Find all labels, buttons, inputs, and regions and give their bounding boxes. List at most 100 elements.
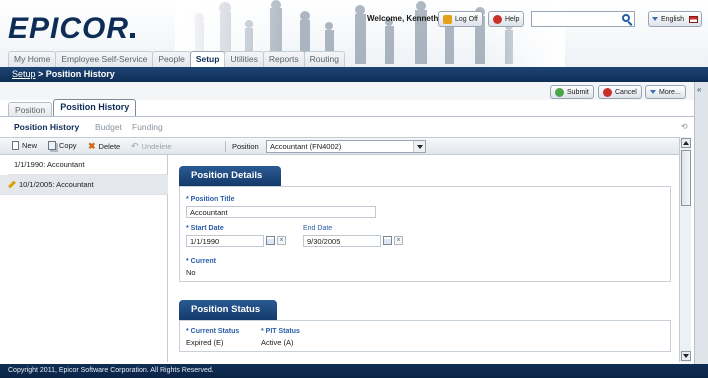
list-item[interactable]: 1/1/1990: Accountant <box>8 155 167 175</box>
undo-icon: ↶ <box>131 141 139 151</box>
chevron-down-icon[interactable] <box>413 141 425 152</box>
breadcrumb-separator: > <box>35 69 46 79</box>
record-toolbar: New Copy ✖ Delete ↶ Undelete Position Ac… <box>0 137 680 155</box>
position-select[interactable]: Accountant (FN4002) <box>266 140 426 153</box>
copy-label: Copy <box>59 141 77 150</box>
position-label: Position <box>232 142 259 151</box>
position-title-label: * Position Title <box>186 196 235 203</box>
clear-icon[interactable]: × <box>277 236 286 245</box>
logoff-button[interactable]: Log Off <box>438 11 483 27</box>
search-input[interactable] <box>531 11 635 27</box>
lock-icon <box>443 14 452 24</box>
language-selector[interactable]: English <box>648 11 702 27</box>
submit-label: Submit <box>567 88 589 96</box>
logoff-label: Log Off <box>455 15 478 23</box>
position-select-value: Accountant (FN4002) <box>270 142 342 151</box>
main-nav-tabs: My Home Employee Self-Service People Set… <box>8 51 345 67</box>
collapse-panel-icon[interactable]: « <box>697 85 701 94</box>
help-button[interactable]: Help <box>488 11 525 27</box>
more-button[interactable]: More... <box>645 85 686 99</box>
tab-my-home[interactable]: My Home <box>8 51 57 67</box>
tab-position[interactable]: Position <box>8 102 53 116</box>
tab-utilities[interactable]: Utilities <box>224 51 264 67</box>
delete-label: Delete <box>98 142 121 151</box>
new-button[interactable]: New <box>12 141 37 150</box>
start-date-value: 1/1/1990 <box>190 237 220 246</box>
new-document-icon <box>12 141 19 150</box>
welcome-text: Welcome, Kenneth <box>367 14 439 23</box>
epicor-logo[interactable]: EPICOR <box>8 12 136 46</box>
undelete-label: Undelete <box>141 142 172 151</box>
history-list: 1/1/1990: Accountant 10/1/2005: Accounta… <box>0 155 168 362</box>
end-date-input[interactable]: 9/30/2005 <box>303 235 381 247</box>
scroll-up-button[interactable] <box>681 138 691 148</box>
refresh-icon[interactable]: ⟲ <box>681 122 688 131</box>
action-bar: Submit Cancel More... <box>0 82 694 100</box>
current-status-label: * Current Status <box>186 328 240 335</box>
list-item-label: 1/1/1990: Accountant <box>14 160 85 169</box>
breadcrumb-setup-link[interactable]: Setup <box>12 69 36 79</box>
edit-pencil-icon <box>8 180 16 189</box>
end-date-label: End Date <box>303 225 333 232</box>
breadcrumb: Setup > Position History <box>0 67 708 82</box>
pagenav-funding[interactable]: Funding <box>132 122 163 132</box>
logo-dot-icon <box>130 33 136 38</box>
position-details-section: * Position Title Accountant * Start Date… <box>179 186 671 282</box>
delete-icon: ✖ <box>88 141 96 151</box>
check-icon <box>555 87 564 97</box>
footer-copyright: Copyright 2011, Epicor Software Corporat… <box>0 364 708 378</box>
tab-employee-self-service[interactable]: Employee Self-Service <box>55 51 154 67</box>
sub-tabs: Position Position History <box>8 99 137 116</box>
delete-button[interactable]: ✖ Delete <box>88 141 120 152</box>
tab-position-history[interactable]: Position History <box>53 99 137 116</box>
page-nav: Position History Budget Funding ⟲ <box>0 117 694 137</box>
list-item-selected[interactable]: 10/1/2005: Accountant <box>0 175 168 195</box>
detail-panel: Position Details * Position Title Accoun… <box>169 155 679 362</box>
position-title-value: Accountant <box>190 208 228 217</box>
calendar-icon[interactable] <box>266 236 275 245</box>
list-item-label: 10/1/2005: Accountant <box>19 180 94 189</box>
copy-button[interactable]: Copy <box>48 141 77 150</box>
logo-text: EPICOR <box>8 12 130 45</box>
position-status-header: Position Status <box>179 300 277 320</box>
cancel-label: Cancel <box>615 88 637 96</box>
cancel-button[interactable]: Cancel <box>598 85 642 99</box>
chevron-down-icon <box>650 90 656 94</box>
flag-icon <box>689 15 698 23</box>
toolbar-separator <box>225 141 226 152</box>
more-label: More... <box>659 88 681 96</box>
current-label: * Current <box>186 258 216 265</box>
submit-button[interactable]: Submit <box>550 85 594 99</box>
start-date-input[interactable]: 1/1/1990 <box>186 235 264 247</box>
pit-status-label: * PIT Status <box>261 328 300 335</box>
right-collapse-rail[interactable]: « <box>694 82 708 365</box>
app-header: EPICOR Welcome, Kenneth Log Off Help Eng… <box>0 0 708 68</box>
calendar-icon[interactable] <box>383 236 392 245</box>
pagenav-position-history[interactable]: Position History <box>14 122 79 132</box>
tab-reports[interactable]: Reports <box>262 51 305 67</box>
scroll-thumb[interactable] <box>681 150 691 206</box>
pit-status-value: Active (A) <box>261 338 294 347</box>
search-icon[interactable] <box>622 14 630 22</box>
clear-icon[interactable]: × <box>394 236 403 245</box>
arrow-up-icon <box>683 141 689 145</box>
copy-icon <box>48 141 56 150</box>
tab-setup[interactable]: Setup <box>189 51 226 67</box>
position-details-header: Position Details <box>179 166 281 186</box>
undelete-button[interactable]: ↶ Undelete <box>131 141 172 152</box>
vertical-scrollbar[interactable] <box>679 137 691 362</box>
scroll-down-button[interactable] <box>681 351 691 361</box>
start-date-label: * Start Date <box>186 225 224 232</box>
chevron-down-icon <box>652 17 658 21</box>
pagenav-budget[interactable]: Budget <box>95 122 122 132</box>
position-status-section: * Current Status Expired (E) * PIT Statu… <box>179 320 671 352</box>
language-label: English <box>661 15 684 23</box>
new-label: New <box>22 141 38 150</box>
tab-people[interactable]: People <box>152 51 191 67</box>
help-icon <box>493 14 502 24</box>
tab-routing[interactable]: Routing <box>303 51 345 67</box>
position-title-input[interactable]: Accountant <box>186 206 376 218</box>
current-status-value: Expired (E) <box>186 338 224 347</box>
cancel-icon <box>603 87 612 97</box>
page-title: Position History <box>45 69 115 79</box>
